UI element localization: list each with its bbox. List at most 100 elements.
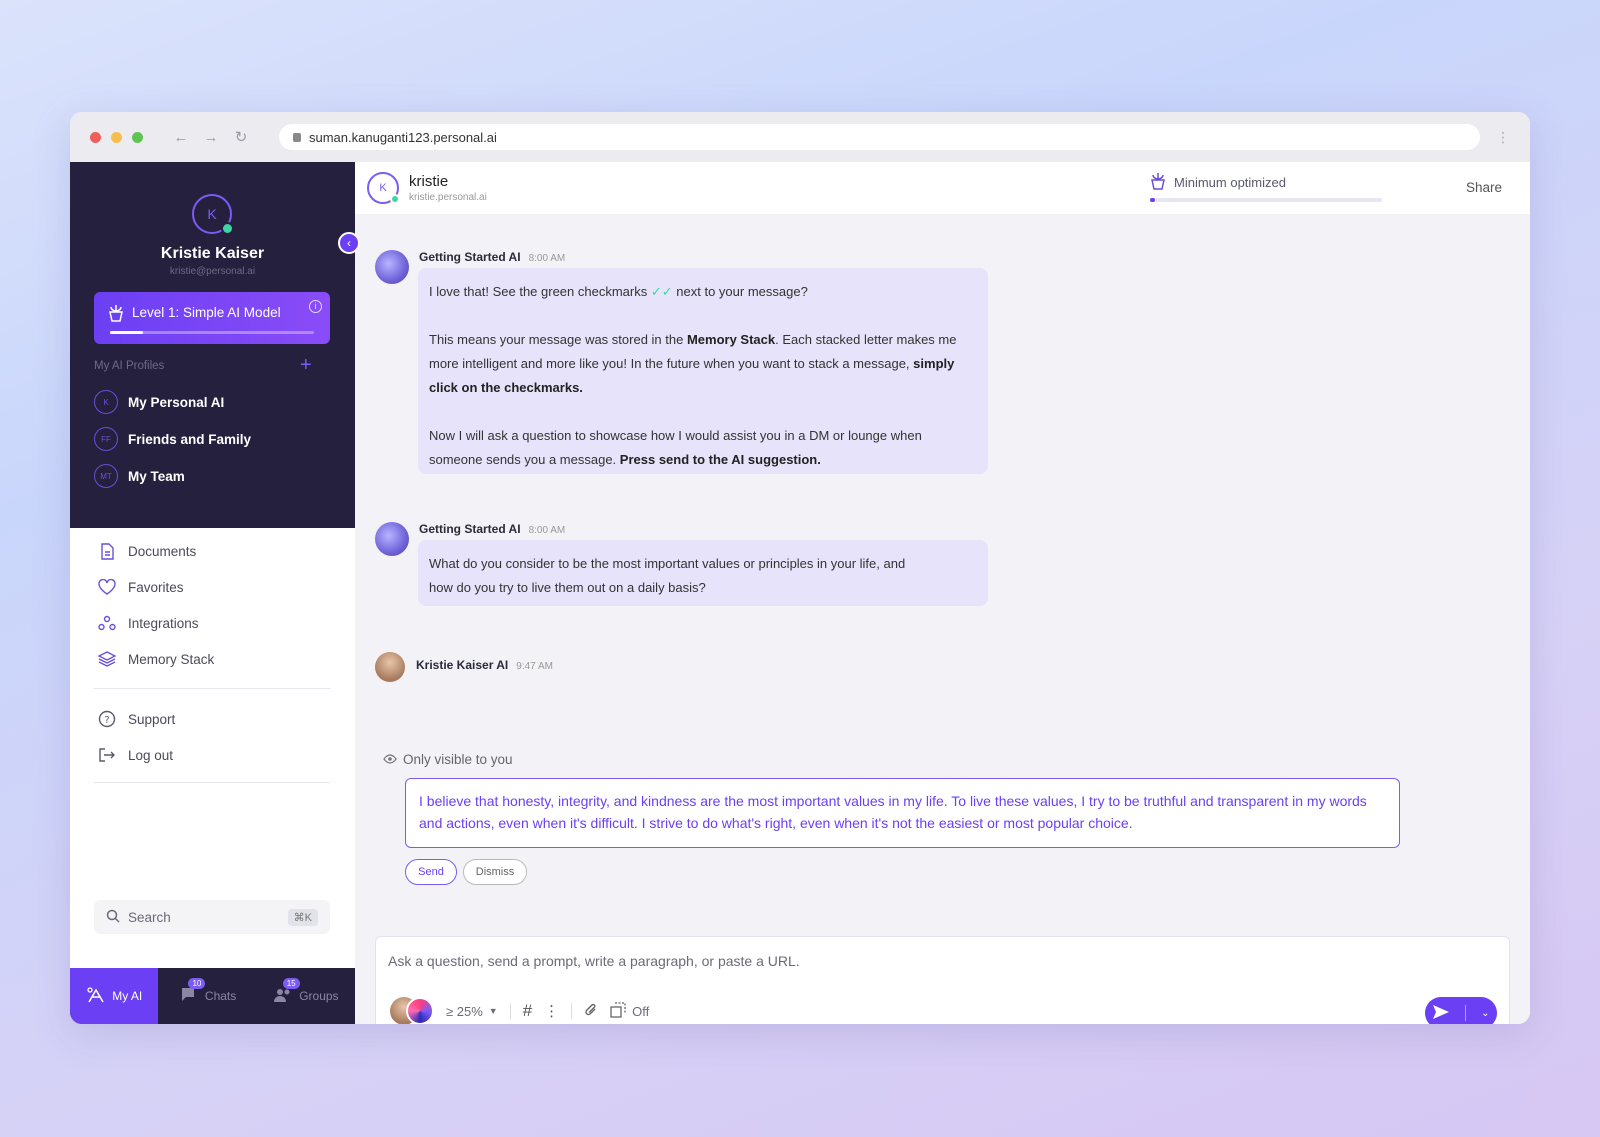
send-icon xyxy=(1432,1004,1450,1023)
profile-avatar: FF xyxy=(94,427,118,451)
kristie-avatar xyxy=(375,652,405,682)
nav-item-log-out[interactable]: Log out xyxy=(98,746,173,764)
search-shortcut: ⌘K xyxy=(287,908,318,926)
help-icon: ? xyxy=(98,710,116,728)
close-window-button[interactable] xyxy=(90,131,101,143)
reload-icon[interactable]: ↻ xyxy=(231,128,251,146)
profile-item-my-personal-ai[interactable]: K My Personal AI xyxy=(94,390,224,414)
suggestion-text: I believe that honesty, integrity, and k… xyxy=(419,793,1367,831)
my-ai-icon xyxy=(86,986,106,1007)
lock-icon xyxy=(293,132,301,142)
bottom-tab-bar: My AI 10 Chats 15 Groups xyxy=(70,968,355,1024)
maximize-window-button[interactable] xyxy=(132,131,143,143)
plant-pot-icon xyxy=(1150,172,1166,193)
nav-item-integrations[interactable]: Integrations xyxy=(98,614,199,632)
toolbar-separator xyxy=(509,1003,511,1019)
send-separator xyxy=(1465,1005,1467,1021)
visibility-notice: Only visible to you xyxy=(383,752,513,767)
message-header: Kristie Kaiser AI 9:47 AM xyxy=(416,658,553,672)
level-progress-bar xyxy=(110,331,314,334)
double-check-icon: ✓✓ xyxy=(650,284,673,299)
copy-toggle[interactable]: Off xyxy=(610,1001,649,1021)
minimize-window-button[interactable] xyxy=(111,131,122,143)
search-icon xyxy=(106,909,120,926)
message-text: This means your message was stored in th… xyxy=(429,332,684,347)
threshold-value: ≥ 25% xyxy=(446,1003,483,1019)
profile-label: Friends and Family xyxy=(128,431,252,447)
sidebar-search[interactable]: Search ⌘K xyxy=(94,900,330,934)
tab-chats[interactable]: 10 Chats xyxy=(158,968,256,1024)
more-options-icon[interactable]: ⋮ xyxy=(544,1002,559,1020)
message-time: 9:47 AM xyxy=(516,661,553,672)
chat-avatar[interactable]: K xyxy=(367,172,400,204)
threshold-dropdown[interactable]: ≥ 25% ▼ xyxy=(446,1004,498,1019)
nav-item-favorites[interactable]: Favorites xyxy=(98,578,184,596)
user-avatar[interactable]: K xyxy=(192,194,234,235)
chat-title: kristie kristie.personal.ai xyxy=(409,173,487,203)
eye-icon xyxy=(383,752,397,767)
message-paragraph: I love that! See the green checkmarks ✓✓… xyxy=(429,280,977,304)
tab-label: My AI xyxy=(112,989,143,1003)
message-sender: Getting Started AI xyxy=(419,522,521,536)
integrations-icon xyxy=(98,614,116,632)
forward-icon[interactable]: → xyxy=(201,129,221,146)
persona-avatars[interactable] xyxy=(390,997,434,1024)
address-bar[interactable]: suman.kanuganti123.personal.ai xyxy=(279,124,1480,150)
dismiss-suggestion-button[interactable]: Dismiss xyxy=(463,859,527,885)
nav-label: Favorites xyxy=(128,579,184,595)
support-divider xyxy=(94,782,330,783)
level-label: Level 1: Simple AI Model xyxy=(132,305,281,320)
visibility-text: Only visible to you xyxy=(403,752,513,767)
back-icon[interactable]: ← xyxy=(171,129,191,146)
logout-icon xyxy=(98,746,116,764)
memory-stack-emphasis: Memory Stack xyxy=(686,332,776,347)
chat-avatar-initial: K xyxy=(379,182,387,194)
nav-item-memory-stack[interactable]: Memory Stack xyxy=(98,650,214,668)
groups-badge: 15 xyxy=(282,978,300,989)
ai-suggestion-box[interactable]: I believe that honesty, integrity, and k… xyxy=(405,778,1400,848)
nav-item-documents[interactable]: Documents xyxy=(98,542,196,560)
chevron-down-icon[interactable]: ⌄ xyxy=(1481,1008,1489,1019)
user-email: kristie@personal.ai xyxy=(169,266,256,277)
tab-groups[interactable]: 15 Groups xyxy=(257,968,355,1024)
message-text: next to your message? xyxy=(676,284,808,299)
message-text: I love that! See the green checkmarks xyxy=(429,284,648,299)
collapse-sidebar-button[interactable]: ‹ xyxy=(338,232,360,254)
nav-divider xyxy=(94,688,330,689)
send-button[interactable]: ⌄ xyxy=(1425,997,1497,1024)
bot-avatar xyxy=(375,250,409,284)
nav-label: Log out xyxy=(128,747,174,763)
profile-avatar: K xyxy=(94,390,118,414)
chat-name: kristie xyxy=(409,173,449,190)
online-status-icon xyxy=(390,194,400,204)
profile-item-friends-and-family[interactable]: FF Friends and Family xyxy=(94,427,251,451)
browser-menu-icon[interactable]: ⋮ xyxy=(1496,129,1510,146)
level-card[interactable]: Level 1: Simple AI Model i xyxy=(94,292,330,344)
attach-icon[interactable] xyxy=(584,1002,598,1021)
plant-pot-icon xyxy=(108,304,124,325)
heart-icon xyxy=(98,578,116,596)
user-avatar-initial: K xyxy=(207,206,217,222)
info-icon[interactable]: i xyxy=(309,300,322,313)
nav-label: Documents xyxy=(128,543,197,559)
send-suggestion-button[interactable]: Send xyxy=(405,859,457,885)
hashtag-icon[interactable]: # xyxy=(523,1001,532,1021)
profile-item-my-team[interactable]: MT My Team xyxy=(94,464,185,488)
message-bubble: What do you consider to be the most impo… xyxy=(418,540,988,606)
optimization-status[interactable]: Minimum optimized xyxy=(1150,172,1286,193)
message-composer: ≥ 25% ▼ # ⋮ Off ⌄ xyxy=(375,936,1510,1024)
nav-label: Integrations xyxy=(128,615,199,631)
tab-my-ai[interactable]: My AI xyxy=(70,968,159,1024)
message-input[interactable] xyxy=(388,953,1488,969)
caret-down-icon: ▼ xyxy=(488,1006,498,1016)
share-button[interactable]: Share xyxy=(1466,180,1502,195)
nav-item-support[interactable]: ? Support xyxy=(98,710,175,728)
message-header: Getting Started AI 8:00 AM xyxy=(419,250,565,264)
message-paragraph: This means your message was stored in th… xyxy=(429,328,977,400)
add-profile-icon[interactable]: + xyxy=(300,354,312,377)
tab-label: Chats xyxy=(204,989,237,1003)
copy-icon xyxy=(610,1001,626,1021)
chat-header: K kristie kristie.personal.ai Minimum op… xyxy=(355,162,1530,214)
message-paragraph: Now I will ask a question to showcase ho… xyxy=(429,424,977,472)
chats-badge: 10 xyxy=(188,978,206,989)
